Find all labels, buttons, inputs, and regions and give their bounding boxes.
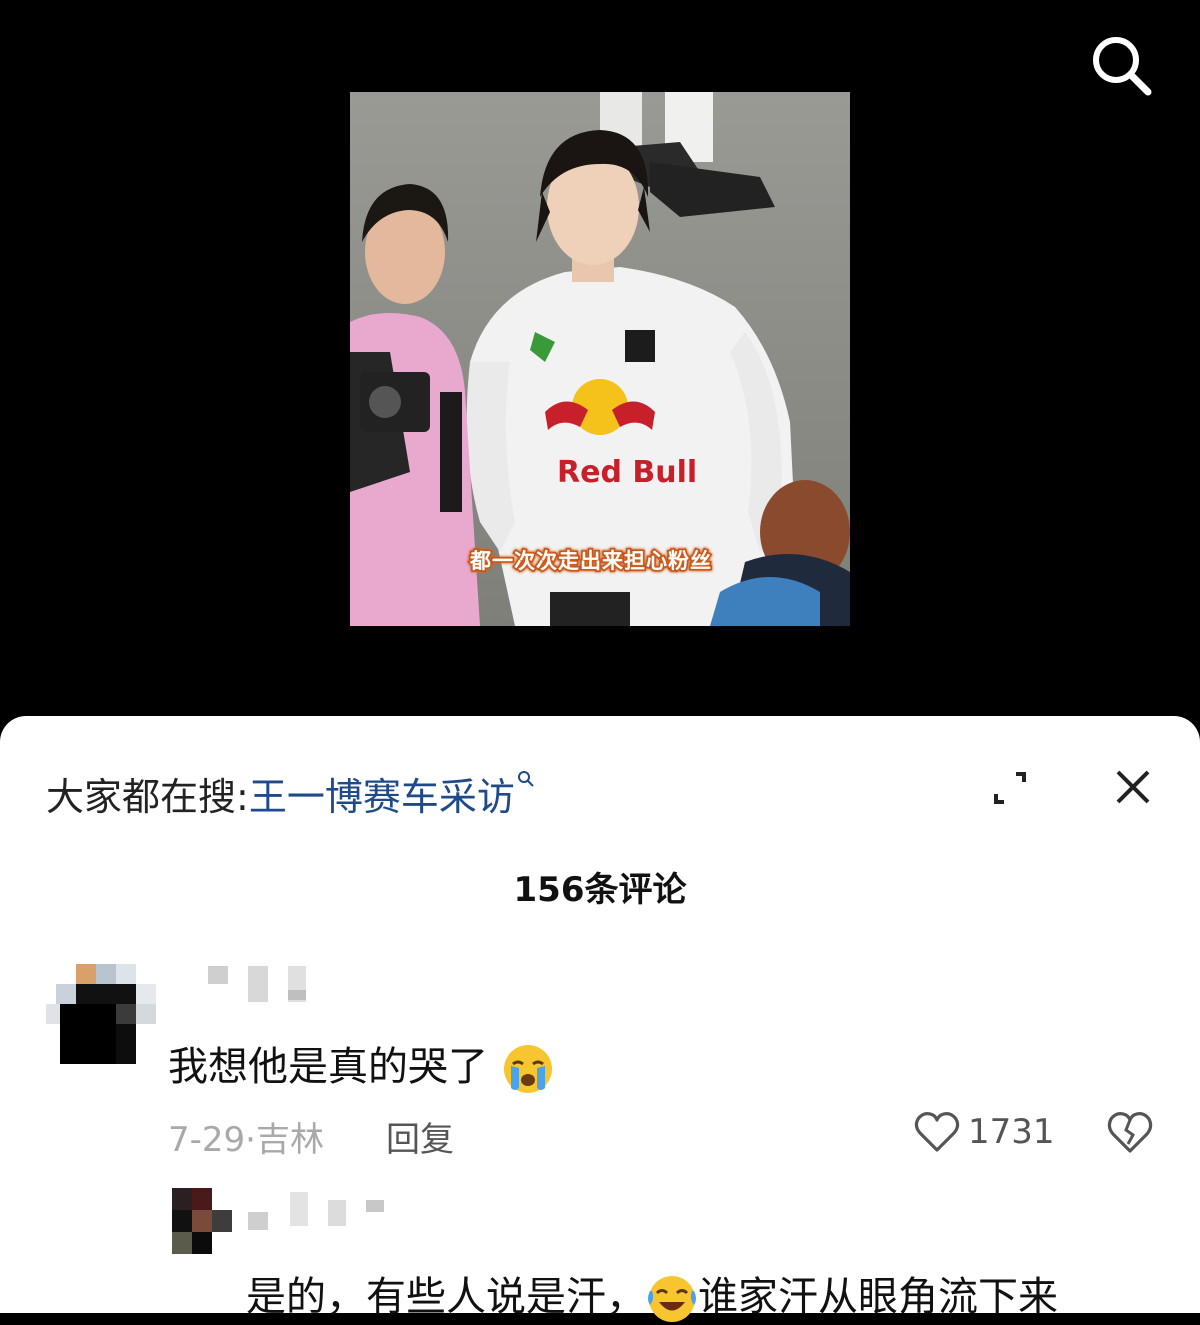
hot-search-bar[interactable]: 大家都在搜:王一博赛车采访 xyxy=(46,766,535,821)
broken-heart-icon[interactable] xyxy=(1106,1108,1154,1156)
avatar[interactable] xyxy=(46,964,156,1069)
comment-meta: 7-29·吉林 xyxy=(168,1120,324,1160)
comment-sheet: 大家都在搜:王一博赛车采访 156条评论 我想他是真的哭了 7-29·吉林 回复… xyxy=(0,716,1200,1322)
hot-search-prefix: 大家都在搜: xyxy=(46,775,249,819)
username-blurred[interactable] xyxy=(208,966,308,1006)
reply-comment-text: 是的，有些人说是汗， 谁家汗从眼角流下来 xyxy=(246,1264,1058,1325)
crying-face-emoji xyxy=(503,1045,552,1093)
comment-body: 我想他是真的哭了 xyxy=(168,1044,488,1090)
video-player[interactable]: Red Bull 都一次次走出来担心粉丝 xyxy=(0,0,1200,740)
expand-icon[interactable] xyxy=(990,768,1030,808)
comment-text: 我想他是真的哭了 xyxy=(168,1034,555,1096)
username-blurred[interactable] xyxy=(248,1192,388,1232)
jersey-brand-text: Red Bull xyxy=(557,455,697,490)
video-still-image: Red Bull 都一次次走出来担心粉丝 xyxy=(350,92,850,626)
video-subtitle: 都一次次走出来担心粉丝 xyxy=(469,549,712,573)
like-count: 1731 xyxy=(968,1112,1055,1152)
close-icon[interactable] xyxy=(1112,766,1154,808)
reply-text-part-2: 谁家汗从眼角流下来 xyxy=(698,1274,1058,1320)
reply-button[interactable]: 回复 xyxy=(386,1112,454,1161)
laughing-crying-face-emoji xyxy=(648,1276,696,1322)
heart-icon[interactable] xyxy=(914,1110,960,1154)
hot-search-keyword[interactable]: 王一博赛车采访 xyxy=(249,775,515,819)
video-frame: Red Bull 都一次次走出来担心粉丝 xyxy=(350,92,850,626)
search-icon[interactable] xyxy=(1086,30,1156,100)
comment-count-title: 156条评论 xyxy=(513,870,687,910)
search-icon xyxy=(517,771,534,787)
avatar[interactable] xyxy=(172,1188,232,1254)
reply-text-part-1: 是的，有些人说是汗， xyxy=(246,1274,646,1320)
